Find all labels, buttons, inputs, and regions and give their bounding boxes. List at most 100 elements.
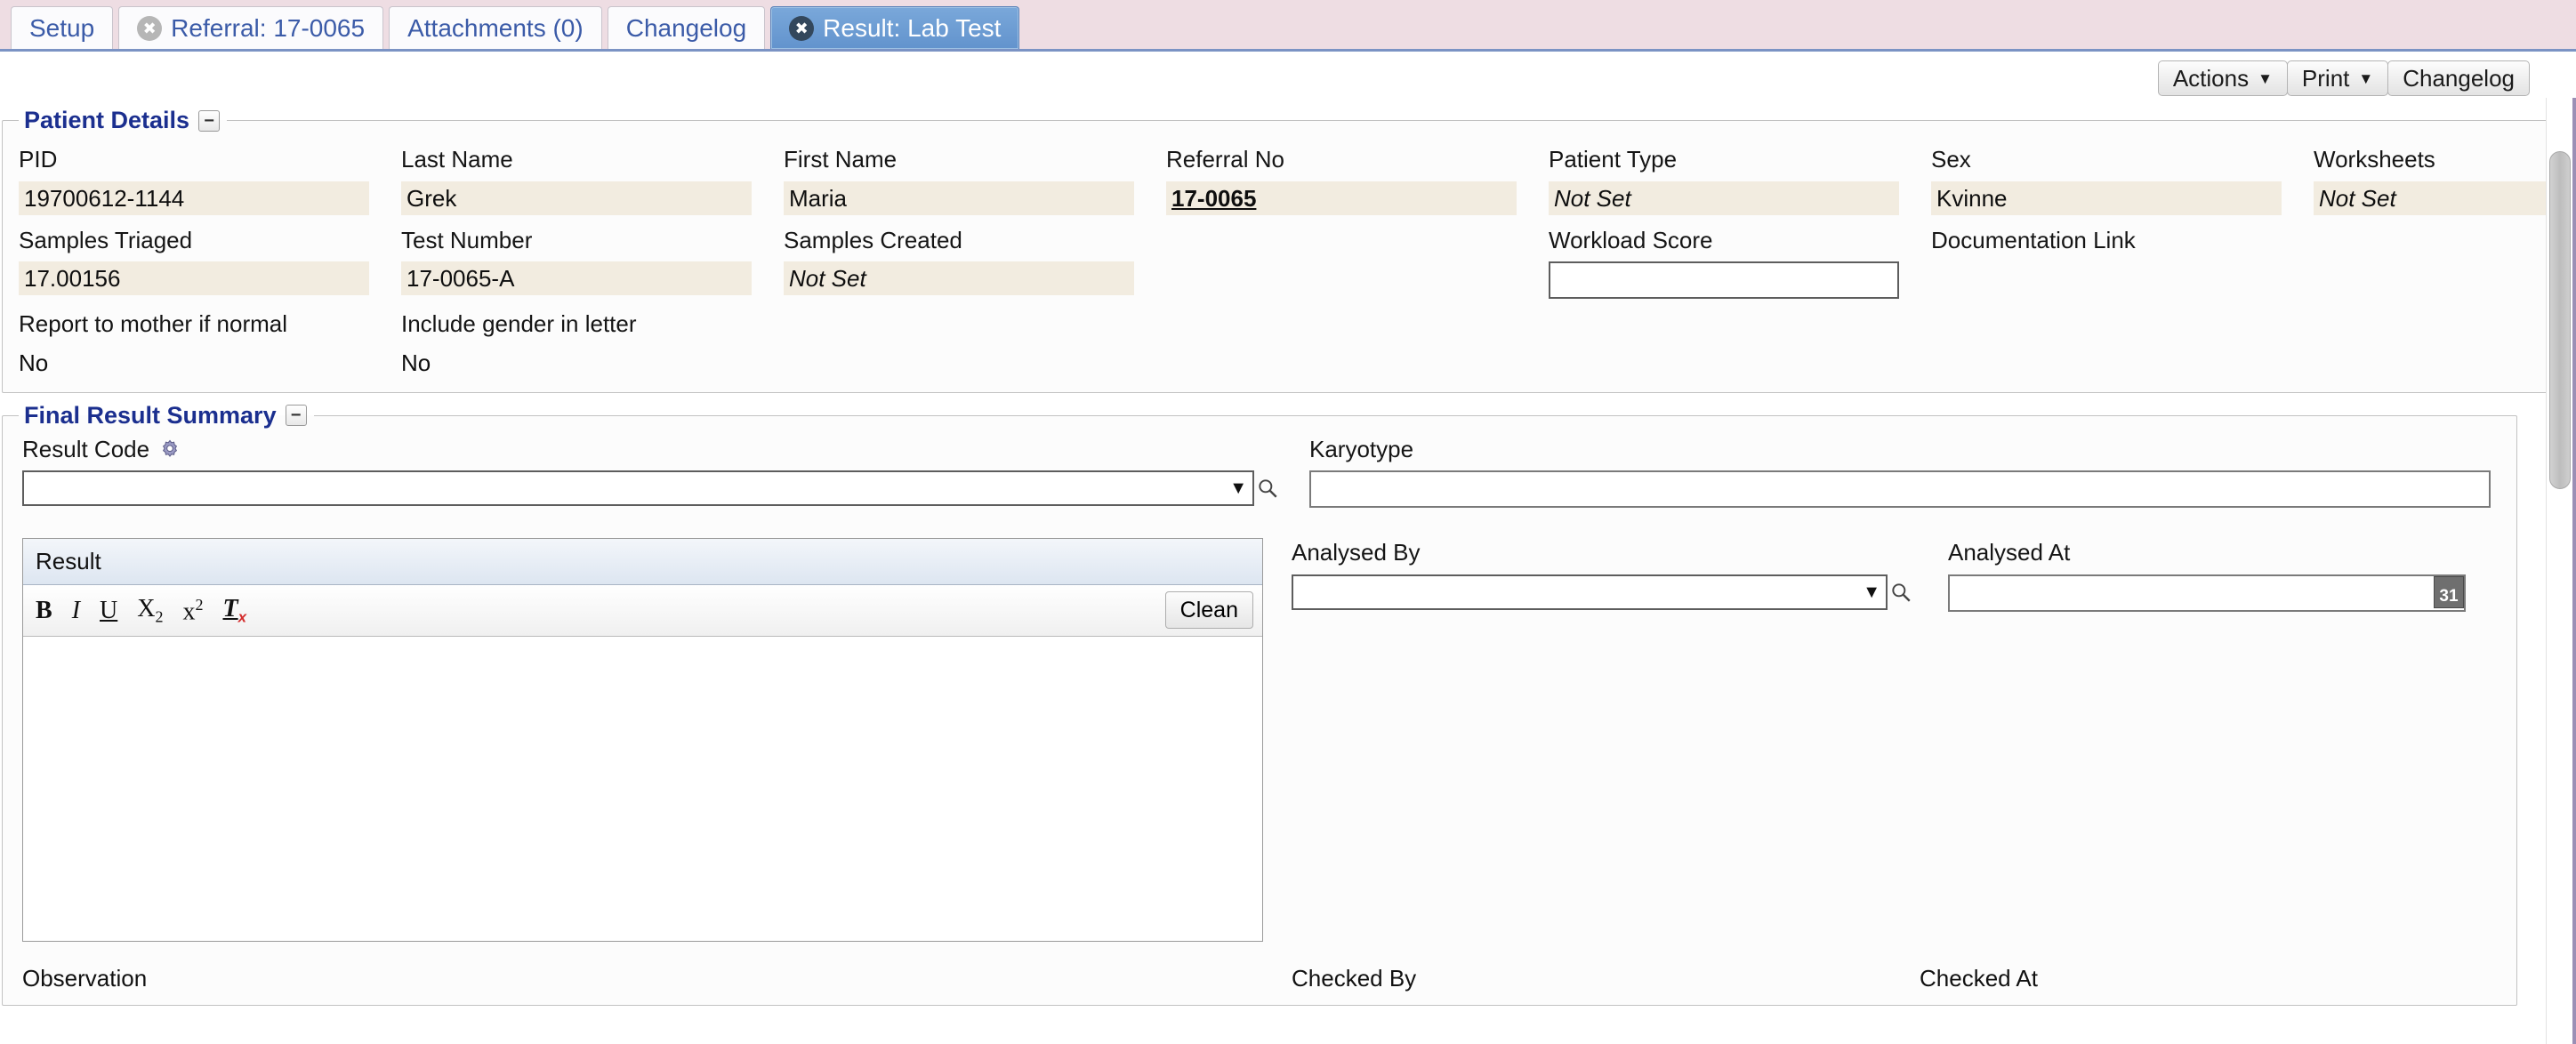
field-label: Samples Triaged [19,226,193,253]
field-label: Analysed By [1292,539,1421,566]
search-icon[interactable] [1254,470,1281,506]
changelog-button-label: Changelog [2403,64,2515,92]
tab-result-lab-test[interactable]: ✖ Result: Lab Test [770,6,1020,49]
field-analysed-at: Analysed At 31 [1914,538,2466,612]
field-sex: Sex Kvinne [1915,134,2298,215]
field-documentation-link: Documentation Link [1915,215,2298,300]
changelog-button[interactable]: Changelog [2387,60,2530,96]
checked-by-label: Checked By [1292,965,1417,992]
actions-button[interactable]: Actions ▼ [2157,60,2288,96]
patient-details-title: Patient Details [24,107,190,133]
gear-icon[interactable] [158,438,181,461]
field-spacer [1150,215,1533,300]
collapse-toggle-icon[interactable]: − [285,405,307,426]
field-label: Workload Score [1549,226,1713,253]
tab-label: Referral: 17-0065 [171,13,366,42]
field-first-name: First Name Maria [768,134,1150,215]
patient-details-row-2: Samples Triaged 17.00156 Test Number 17-… [3,215,2576,300]
field-value: No [401,349,431,376]
field-include-gender: Include gender in letter No [385,299,768,380]
field-value: Not Set [1549,181,1899,215]
result-code-input[interactable]: ▼ [22,470,1254,506]
field-value: 19700612-1144 [19,181,369,215]
workload-score-input[interactable] [1549,261,1899,299]
clean-button[interactable]: Clean [1164,591,1253,629]
field-label: Referral No [1166,146,1284,173]
field-label: Last Name [401,146,513,173]
vertical-scrollbar[interactable] [2546,98,2572,1044]
patient-details-section: Patient Details − PID 19700612-1144 Last… [2,107,2576,393]
remove-format-x: x [237,608,247,626]
editor-title: Result [23,539,1262,585]
field-label: PID [19,146,58,173]
subscript-mark: 2 [155,607,164,626]
tab-attachments[interactable]: Attachments (0) [389,6,602,49]
bold-icon[interactable]: B [36,598,52,623]
field-value: 17-0065-A [401,261,752,295]
tab-referral[interactable]: ✖ Referral: 17-0065 [118,6,384,49]
tab-bar: Setup ✖ Referral: 17-0065 Attachments (0… [0,0,2576,52]
print-button-label: Print [2301,64,2350,92]
superscript-mark: 2 [195,595,204,614]
field-label: Include gender in letter [401,310,637,337]
field-value: Not Set [2314,181,2576,215]
tab-label: Changelog [625,13,747,42]
field-label: Worksheets [2314,146,2435,173]
analysed-by-combo[interactable]: ▼ [1292,574,1914,610]
field-label: Samples Created [784,226,962,253]
tab-setup[interactable]: Setup [11,6,114,49]
patient-details-row-1: PID 19700612-1144 Last Name Grek First N… [3,134,2576,215]
subscript-icon[interactable]: X2 [137,594,164,626]
underline-icon[interactable]: U [100,598,117,623]
remove-format-icon[interactable]: Tx [222,594,247,626]
field-workload-score: Workload Score [1533,215,1915,299]
chevron-down-icon: ▼ [2358,69,2374,87]
calendar-icon[interactable]: 31 [2434,575,2464,608]
chevron-down-icon[interactable]: ▼ [1229,479,1247,497]
field-label: Karyotype [1309,435,1414,462]
field-label: Analysed At [1948,539,2071,566]
field-label: First Name [784,146,898,173]
page-toolbar: Actions ▼ Print ▼ Changelog [0,52,2576,98]
field-pid: PID 19700612-1144 [3,134,385,215]
tab-label: Setup [29,13,95,42]
patient-details-row-3: Report to mother if normal No Include ge… [3,299,2576,380]
search-icon[interactable] [1888,574,1914,610]
tab-changelog[interactable]: Changelog [607,6,766,49]
editor-toolbar: B I U X2 x2 Tx Clean [23,585,1262,637]
result-code-row: Result Code ▼ Karyotype [22,435,2497,508]
field-label: Documentation Link [1931,226,2136,253]
print-button[interactable]: Print ▼ [2286,60,2389,96]
analysed-by-input[interactable]: ▼ [1292,574,1888,610]
field-patient-type: Patient Type Not Set [1533,134,1915,215]
subscript-base: X [137,594,156,622]
analysed-at-input[interactable] [1948,574,2466,612]
italic-icon[interactable]: I [72,598,80,623]
window-edge-gutter [2572,98,2576,1044]
field-analysed-by: Analysed By ▼ [1292,538,1914,612]
result-editor-row: Result B I U X2 x2 Tx Clean Analysed By … [22,538,2497,942]
field-label: Test Number [401,226,533,253]
karyotype-input[interactable] [1309,470,2491,508]
result-code-label-wrap: Result Code [22,435,1281,464]
result-editor: Result B I U X2 x2 Tx Clean [22,538,1263,942]
checked-at-label: Checked At [1920,965,2038,992]
editor-body[interactable] [23,637,1262,941]
field-value: No [19,349,49,376]
field-samples-triaged: Samples Triaged 17.00156 [3,215,385,300]
referral-no-link[interactable]: 17-0065 [1166,181,1517,215]
patient-details-legend: Patient Details − [19,107,227,134]
close-icon[interactable]: ✖ [137,15,163,41]
final-result-summary-section: Final Result Summary − Result Code ▼ Kar… [2,401,2517,1006]
superscript-base: x [182,598,196,626]
result-code-combo[interactable]: ▼ [22,470,1281,506]
remove-format-base: T [222,594,238,622]
collapse-toggle-icon[interactable]: − [198,109,221,132]
field-label: Patient Type [1549,146,1678,173]
field-label: Result Code [22,435,150,462]
superscript-icon[interactable]: x2 [182,597,203,624]
scrollbar-thumb[interactable] [2549,151,2571,489]
chevron-down-icon[interactable]: ▼ [1863,583,1880,601]
close-icon[interactable]: ✖ [789,15,815,41]
tab-label: Attachments (0) [407,13,584,42]
